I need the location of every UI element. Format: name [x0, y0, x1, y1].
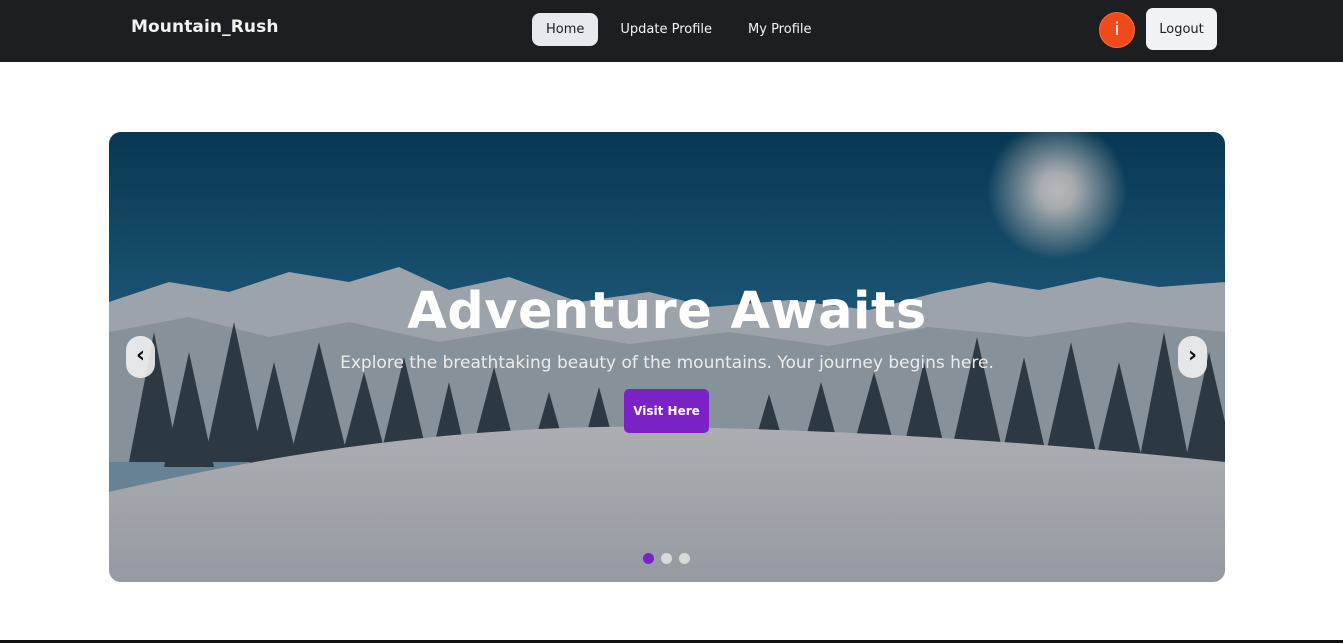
- carousel-dot-1[interactable]: [643, 553, 654, 564]
- brand-logo[interactable]: Mountain_Rush: [131, 17, 279, 37]
- carousel-dot-2[interactable]: [661, 553, 672, 564]
- navbar: Mountain_Rush Home Update Profile My Pro…: [0, 0, 1343, 62]
- carousel-indicators: [643, 553, 697, 564]
- visit-here-button[interactable]: Visit Here: [624, 389, 709, 433]
- hero-title: Adventure Awaits: [407, 282, 927, 341]
- hero-subtitle: Explore the breathtaking beauty of the m…: [340, 353, 994, 373]
- carousel-dot-3[interactable]: [679, 553, 690, 564]
- nav-home[interactable]: Home: [532, 13, 599, 46]
- avatar[interactable]: i: [1099, 12, 1135, 48]
- hero-carousel: ‹ › Adventure Awaits Explore the breatht…: [109, 132, 1225, 582]
- nav-update-profile[interactable]: Update Profile: [606, 13, 726, 46]
- logout-button[interactable]: Logout: [1146, 8, 1217, 50]
- nav-my-profile[interactable]: My Profile: [734, 13, 825, 46]
- nav-links: Home Update Profile My Profile: [532, 13, 834, 46]
